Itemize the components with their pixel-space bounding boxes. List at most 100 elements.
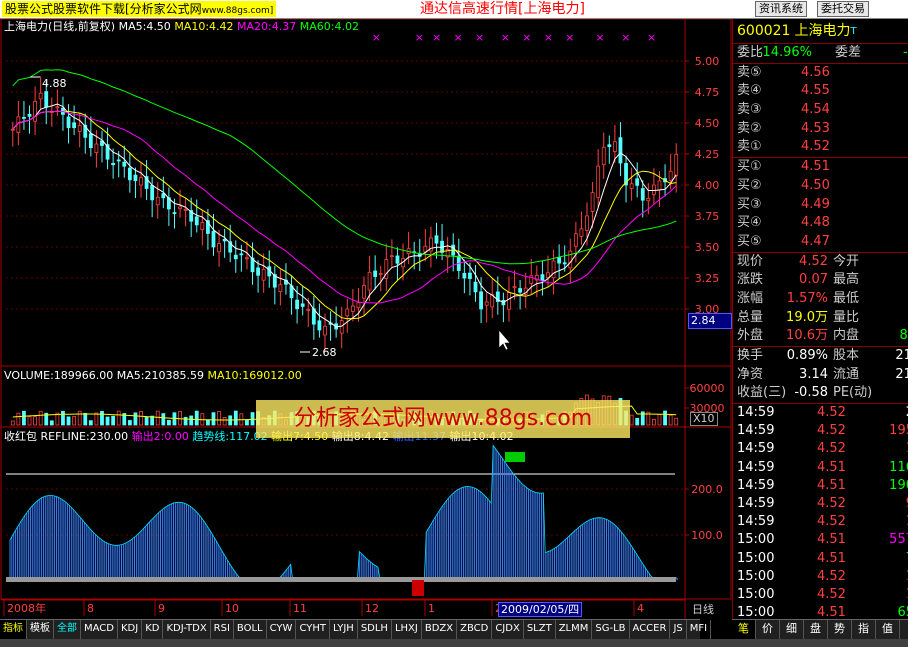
volume-bar xyxy=(635,417,640,426)
tick-row[interactable]: 15:004.517 xyxy=(733,550,908,568)
kline-chart-svg[interactable]: 5.004.754.504.254.003.753.503.253.00× × × ×… xyxy=(0,19,732,619)
tick-row[interactable]: 14:594.521 xyxy=(733,440,908,458)
volume-bar xyxy=(10,420,15,426)
indicator-tab[interactable]: JS xyxy=(670,620,687,639)
indicator-tab[interactable]: BDZX xyxy=(422,620,458,639)
tick-row[interactable]: 14:594.529 xyxy=(733,495,908,513)
volume-bar xyxy=(166,419,171,426)
panel-tab[interactable]: 指 xyxy=(852,620,876,639)
volume-bar xyxy=(161,413,166,426)
indicator-tab[interactable]: LYJH xyxy=(330,620,358,639)
signal-marker: × xyxy=(501,31,510,44)
buy-row[interactable]: 买②4.502 xyxy=(733,177,908,196)
buy-row[interactable]: 买⑤4.471 xyxy=(733,233,908,252)
panel-tab[interactable]: 笔 xyxy=(732,620,756,639)
tick-time: 14:59 xyxy=(737,423,775,439)
ma10-line xyxy=(12,110,677,320)
candle-body xyxy=(356,302,361,309)
order-label: 卖⑤ xyxy=(737,64,762,80)
fundamental-label-2: 流通 xyxy=(833,366,860,382)
candle-body xyxy=(94,143,99,153)
tick-row[interactable]: 15:004.521 xyxy=(733,586,908,604)
tick-row[interactable]: 14:594.522 xyxy=(733,404,908,422)
tick-row[interactable]: 14:59 4.52 195 xyxy=(733,422,908,440)
indicator-tab[interactable]: CYHT xyxy=(296,620,330,639)
candle-body xyxy=(55,106,60,109)
cursor-date-box: 2009/02/05/四 xyxy=(498,602,583,617)
candle-body xyxy=(389,255,394,258)
indicator-tab[interactable]: 全部 xyxy=(54,620,81,639)
tick-price: 4.51 xyxy=(817,550,846,566)
indicator-tab[interactable]: KDJ-TDX xyxy=(163,620,211,639)
volume-bar xyxy=(139,410,143,426)
tick-row[interactable]: 15:00 4.51 65 xyxy=(733,604,908,619)
fundamental-label: 换手 xyxy=(737,348,764,363)
indicator-tab[interactable]: SLZT xyxy=(524,620,556,639)
candle-body xyxy=(217,243,221,253)
tick-row[interactable]: 14:59 4.51 190 xyxy=(733,477,908,495)
indicator-tab[interactable]: KDJ xyxy=(118,620,143,639)
tick-price: 4.51 xyxy=(817,477,846,493)
fundamental-label-2: 股本 xyxy=(833,348,860,363)
indicator-tab[interactable]: RSI xyxy=(211,620,234,639)
tick-row[interactable]: 15:004.521 xyxy=(733,568,908,586)
indicator-tab[interactable]: ZBCD xyxy=(457,620,493,639)
tick-row[interactable]: 14:59 4.51 116 xyxy=(733,459,908,477)
sell-orders: 卖⑤4.562卖④4.551卖③4.542卖②4.532卖①4.522 xyxy=(733,64,908,159)
tick-time: 15:00 xyxy=(737,550,775,566)
indicator-tab[interactable]: CYW xyxy=(267,620,297,639)
sell-row[interactable]: 卖②4.532 xyxy=(733,120,908,139)
candle-body xyxy=(579,228,584,237)
candle-body xyxy=(468,272,472,279)
indicator-negative xyxy=(412,580,424,596)
quote-row: 涨幅1.57%最低4 xyxy=(733,290,908,309)
panel-tab[interactable]: 价 xyxy=(756,620,780,639)
ma20-line xyxy=(12,110,677,304)
high-price-annotation: 4.88 xyxy=(42,77,67,90)
indicator-tab[interactable]: SDLH xyxy=(358,620,392,639)
buy-row[interactable]: 买④4.484 xyxy=(733,214,908,233)
candle-body xyxy=(194,216,199,226)
indicator-tab[interactable]: ZLMM xyxy=(556,620,593,639)
panel-tab[interactable]: 值 xyxy=(876,620,900,639)
buy-orders: 买①4.51买②4.502买③4.494买④4.484买⑤4.471 xyxy=(733,158,908,253)
candle-body xyxy=(585,215,589,231)
candle-body xyxy=(512,286,517,289)
candle-body xyxy=(323,325,327,336)
indicator-tab[interactable]: BOLL xyxy=(234,620,267,639)
panel-tab[interactable]: 细 xyxy=(780,620,804,639)
candle-body xyxy=(607,144,612,148)
indicator-tab[interactable]: 指标 xyxy=(0,620,27,639)
volume-bar xyxy=(38,410,43,426)
tick-row[interactable]: 14:594.521 xyxy=(733,513,908,531)
order-price: 4.55 xyxy=(801,83,830,99)
indicator-tab[interactable]: 模板 xyxy=(27,620,54,639)
volume-bar xyxy=(16,412,21,426)
sell-row[interactable]: 卖①4.522 xyxy=(733,138,908,157)
buy-row[interactable]: 买③4.494 xyxy=(733,196,908,215)
indicator-tab[interactable]: LHXJ xyxy=(392,620,422,639)
volume-bar xyxy=(144,416,149,426)
panel-tab[interactable]: 盘 xyxy=(804,620,828,639)
indicator-tab[interactable]: KD xyxy=(142,620,164,639)
panel-tab[interactable]: 势 xyxy=(828,620,852,639)
tick-row[interactable]: 15:00 4.51 557 xyxy=(733,531,908,549)
indicator-tab[interactable]: ACCER xyxy=(630,620,671,639)
period-label[interactable]: 日线 xyxy=(692,602,714,617)
indicator-tab[interactable]: CJDX xyxy=(492,620,524,639)
trade-order-button[interactable]: 委托交易 xyxy=(817,1,869,17)
sell-row[interactable]: 卖③4.542 xyxy=(733,101,908,120)
indicator-tab[interactable]: SG-LB xyxy=(592,620,630,639)
buy-row[interactable]: 买① 4.51 xyxy=(733,158,908,177)
candle-body xyxy=(161,193,166,199)
indicator-tab[interactable]: MACD xyxy=(81,620,118,639)
sell-row[interactable]: 卖⑤4.562 xyxy=(733,64,908,83)
fundamental-value: 0.89% xyxy=(786,348,828,363)
tick-list[interactable]: 14:594.52214:594.5219514:594.52114:594.5… xyxy=(733,404,908,619)
news-system-button[interactable]: 资讯系统 xyxy=(755,1,807,17)
order-label: 买④ xyxy=(737,215,762,231)
indicator-tab[interactable]: MFI xyxy=(687,620,712,639)
sell-row[interactable]: 卖④4.551 xyxy=(733,82,908,101)
signal-marker: × xyxy=(432,31,441,44)
kline-chart-area[interactable]: 5.00 4.75 4.50 4.25 4.00 3.75 3.50 3.25 3.00 × × × ×… xyxy=(0,19,732,619)
